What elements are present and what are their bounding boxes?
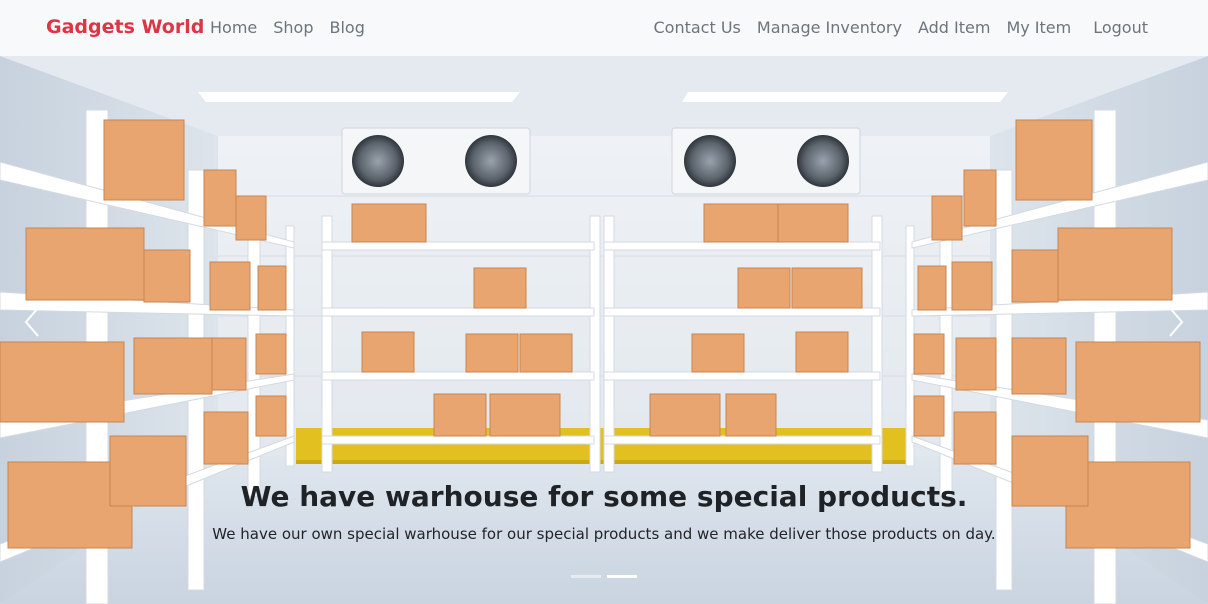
nav-my-item-link[interactable]: My Item bbox=[1006, 18, 1071, 37]
nav-right: Contact Us Manage Inventory Add Item My … bbox=[638, 18, 1149, 37]
nav-add-item-link[interactable]: Add Item bbox=[918, 18, 990, 37]
carousel-prev-button[interactable] bbox=[12, 302, 52, 342]
nav-logout-link[interactable]: Logout bbox=[1093, 18, 1148, 37]
carousel-indicator-2[interactable] bbox=[607, 575, 637, 578]
nav-home-link[interactable]: Home bbox=[210, 18, 257, 37]
nav-contact-link[interactable]: Contact Us bbox=[654, 18, 741, 37]
carousel-heading: We have warhouse for some special produc… bbox=[240, 480, 968, 513]
nav-blog-link[interactable]: Blog bbox=[330, 18, 365, 37]
nav-left: Home Shop Blog bbox=[210, 18, 381, 37]
nav-manage-inventory-link[interactable]: Manage Inventory bbox=[757, 18, 902, 37]
carousel-text: We have our own special warhouse for our… bbox=[212, 525, 996, 543]
chevron-left-icon bbox=[24, 307, 39, 337]
nav-shop-link[interactable]: Shop bbox=[273, 18, 313, 37]
navbar: Gadgets World Home Shop Blog Contact Us … bbox=[0, 0, 1208, 56]
carousel-indicator-1[interactable] bbox=[571, 575, 601, 578]
brand-logo[interactable]: Gadgets World bbox=[46, 16, 204, 38]
carousel-next-button[interactable] bbox=[1156, 302, 1196, 342]
hero-carousel: We have warhouse for some special produc… bbox=[0, 56, 1208, 604]
carousel-caption: We have warhouse for some special produc… bbox=[0, 480, 1208, 543]
chevron-right-icon bbox=[1169, 307, 1184, 337]
carousel-indicators bbox=[571, 575, 637, 578]
